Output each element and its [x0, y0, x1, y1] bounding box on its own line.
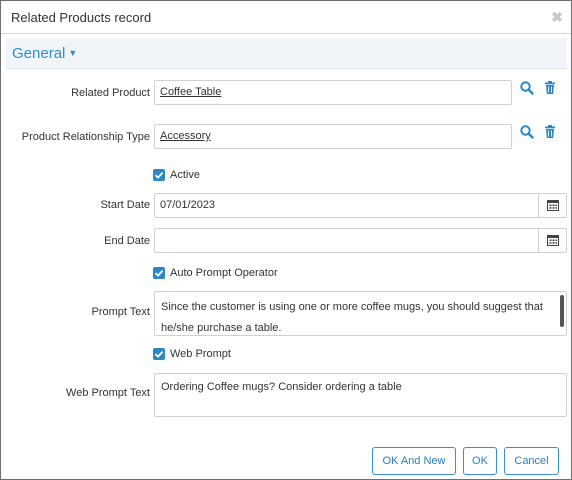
related-product-label: Related Product	[71, 87, 150, 99]
trash-icon[interactable]	[542, 80, 558, 96]
cancel-button[interactable]: Cancel	[504, 447, 559, 475]
dialog-titlebar: Related Products record ✖	[1, 1, 571, 34]
prompt-text-value[interactable]: Since the customer is using one or more …	[161, 297, 557, 339]
calendar-button[interactable]	[538, 194, 566, 217]
prompt-text-label: Prompt Text	[91, 306, 151, 318]
web-prompt-text-value[interactable]: Ordering Coffee mugs? Consider ordering …	[161, 381, 402, 393]
active-checkbox[interactable]	[153, 169, 165, 181]
related-product-value[interactable]: Coffee Table	[160, 86, 221, 98]
related-product-field[interactable]: Coffee Table	[154, 80, 512, 105]
web-prompt-label: Web Prompt	[170, 348, 231, 360]
end-date-field[interactable]	[154, 228, 567, 253]
web-prompt-text-area[interactable]: Ordering Coffee mugs? Consider ordering …	[154, 373, 567, 417]
search-icon[interactable]	[519, 124, 535, 140]
search-icon[interactable]	[519, 80, 535, 96]
relationship-type-label: Product Relationship Type	[21, 131, 150, 143]
section-general-toggle[interactable]: General ▼	[12, 45, 77, 62]
section-general-label: General	[12, 45, 66, 62]
related-products-dialog: Related Products record ✖ General ▼ Relat…	[0, 0, 572, 480]
calendar-icon	[547, 200, 559, 211]
end-date-label: End Date	[104, 235, 150, 247]
dialog-title: Related Products record	[11, 10, 152, 25]
close-icon[interactable]: ✖	[551, 9, 563, 26]
relationship-type-value[interactable]: Accessory	[160, 130, 211, 142]
ok-and-new-button[interactable]: OK And New	[372, 447, 456, 475]
caret-down-icon: ▼	[68, 48, 78, 58]
start-date-field[interactable]: 07/01/2023	[154, 193, 567, 218]
calendar-button[interactable]	[538, 229, 566, 252]
active-label: Active	[170, 169, 200, 181]
relationship-type-field[interactable]: Accessory	[154, 124, 512, 149]
start-date-value[interactable]: 07/01/2023	[160, 199, 215, 211]
start-date-label: Start Date	[100, 199, 150, 211]
web-prompt-text-label: Web Prompt Text	[66, 387, 150, 399]
checkmark-icon	[154, 171, 164, 179]
checkmark-icon	[154, 269, 164, 277]
prompt-text-scrollbar[interactable]	[560, 295, 564, 327]
auto-prompt-label: Auto Prompt Operator	[170, 267, 278, 279]
section-general: General ▼	[6, 38, 567, 69]
auto-prompt-checkbox[interactable]	[153, 267, 165, 279]
web-prompt-checkbox[interactable]	[153, 348, 165, 360]
checkmark-icon	[154, 350, 164, 358]
calendar-icon	[547, 235, 559, 246]
ok-button[interactable]: OK	[463, 447, 497, 475]
prompt-text-area[interactable]: Since the customer is using one or more …	[154, 291, 567, 336]
trash-icon[interactable]	[542, 124, 558, 140]
